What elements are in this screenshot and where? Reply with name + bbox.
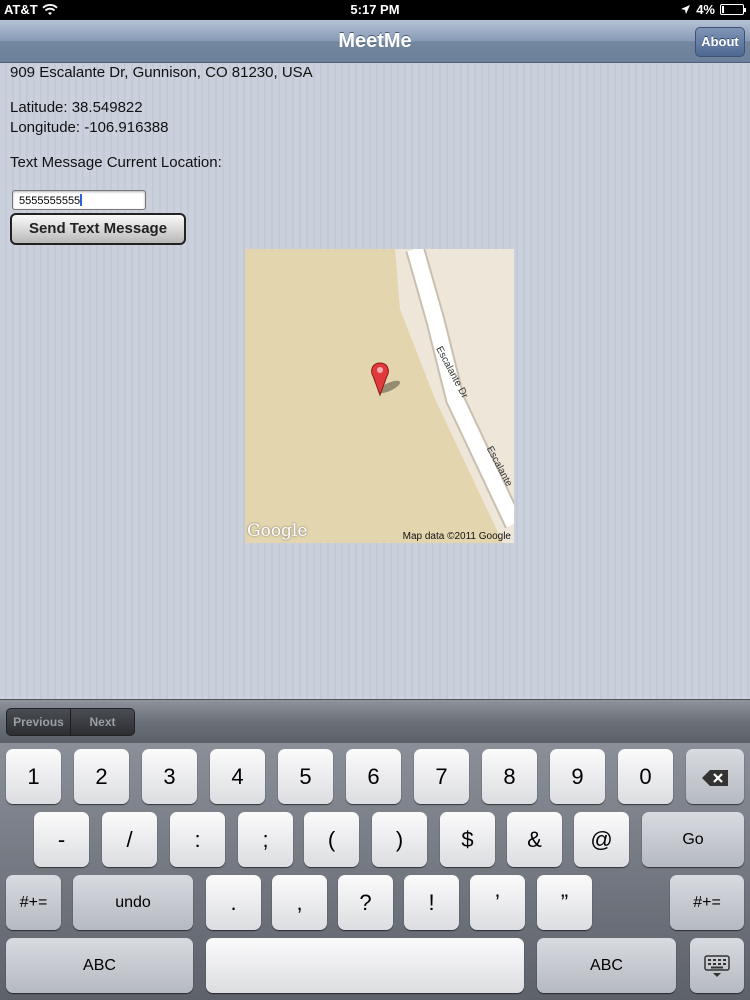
key-quote[interactable]: ” — [537, 875, 592, 930]
key-at[interactable]: @ — [574, 812, 629, 867]
key-6[interactable]: 6 — [346, 749, 401, 804]
symbols-key-right[interactable]: #+= — [670, 875, 744, 930]
key-1[interactable]: 1 — [6, 749, 61, 804]
location-arrow-icon — [681, 5, 691, 14]
key-close-paren[interactable]: ) — [372, 812, 427, 867]
map-attribution: Map data ©2011 Google — [402, 531, 511, 542]
main-content: 909 Escalante Dr, Gunnison, CO 81230, US… — [0, 64, 750, 699]
send-text-message-button[interactable]: Send Text Message — [10, 213, 186, 245]
dismiss-keyboard-key[interactable] — [690, 938, 744, 993]
keyboard-dismiss-icon — [704, 955, 730, 978]
key-5[interactable]: 5 — [278, 749, 333, 804]
key-apostrophe[interactable]: ’ — [470, 875, 525, 930]
text-message-label: Text Message Current Location: — [10, 154, 222, 171]
key-colon[interactable]: : — [170, 812, 225, 867]
abc-key-left[interactable]: ABC — [6, 938, 193, 993]
clock: 5:17 PM — [350, 2, 400, 17]
address-text: 909 Escalante Dr, Gunnison, CO 81230, US… — [10, 64, 313, 81]
keyboard: 1 2 3 4 5 6 7 8 9 0 - / : ; ( ) $ & @ Go… — [0, 743, 750, 1000]
key-question[interactable]: ? — [338, 875, 393, 930]
key-7[interactable]: 7 — [414, 749, 469, 804]
key-exclamation[interactable]: ! — [404, 875, 459, 930]
key-3[interactable]: 3 — [142, 749, 197, 804]
key-4[interactable]: 4 — [210, 749, 265, 804]
next-button[interactable]: Next — [71, 709, 134, 735]
backspace-icon — [702, 770, 728, 787]
key-9[interactable]: 9 — [550, 749, 605, 804]
navigation-bar: MeetMe About — [0, 20, 750, 63]
key-2[interactable]: 2 — [74, 749, 129, 804]
phone-number-input[interactable]: 5555555555 — [12, 190, 146, 210]
battery-icon — [720, 4, 746, 15]
symbols-key-left[interactable]: #+= — [6, 875, 61, 930]
delete-key[interactable] — [686, 749, 744, 804]
previous-button[interactable]: Previous — [7, 709, 71, 735]
phone-number-value: 5555555555 — [19, 195, 81, 207]
status-bar: AT&T 5:17 PM 4% — [0, 0, 750, 20]
latitude-text: Latitude: 38.549822 — [10, 99, 143, 116]
longitude-text: Longitude: -106.916388 — [10, 119, 169, 136]
prev-next-segment: Previous Next — [6, 708, 135, 736]
text-caret — [80, 194, 83, 206]
go-key[interactable]: Go — [642, 812, 744, 867]
google-logo: Google — [247, 521, 308, 541]
undo-key[interactable]: undo — [73, 875, 193, 930]
battery-percent: 4% — [696, 2, 715, 17]
key-ampersand[interactable]: & — [507, 812, 562, 867]
key-period[interactable]: . — [206, 875, 261, 930]
key-semicolon[interactable]: ; — [238, 812, 293, 867]
key-8[interactable]: 8 — [482, 749, 537, 804]
map-view[interactable]: Escalante Dr Escalante Google Map data ©… — [245, 249, 514, 543]
key-open-paren[interactable]: ( — [304, 812, 359, 867]
space-key[interactable] — [206, 938, 524, 993]
key-hyphen[interactable]: - — [34, 812, 89, 867]
abc-key-right[interactable]: ABC — [537, 938, 676, 993]
key-0[interactable]: 0 — [618, 749, 673, 804]
key-slash[interactable]: / — [102, 812, 157, 867]
map-pin-icon — [371, 362, 401, 397]
about-button[interactable]: About — [695, 27, 745, 57]
form-assistant-bar: Previous Next — [0, 699, 750, 743]
page-title: MeetMe — [338, 30, 412, 52]
key-dollar[interactable]: $ — [440, 812, 495, 867]
key-comma[interactable]: , — [272, 875, 327, 930]
